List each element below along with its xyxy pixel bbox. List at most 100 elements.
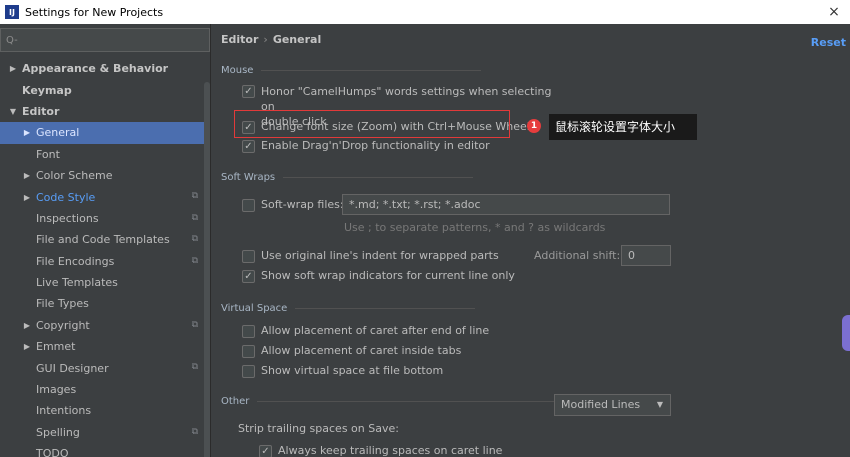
- sidebar-item-intentions[interactable]: Intentions: [0, 400, 210, 421]
- sidebar-scrollbar[interactable]: [204, 82, 210, 457]
- option-caret-inside-tabs[interactable]: Allow placement of caret inside tabs: [242, 344, 461, 358]
- option-drag-drop[interactable]: ✓ Enable Drag'n'Drop functionality in ed…: [242, 139, 490, 153]
- original-indent-label: Use original line's indent for wrapped p…: [261, 249, 499, 262]
- sidebar-item-editor[interactable]: ▼ Editor: [0, 101, 210, 122]
- search-icon: Q-: [6, 34, 18, 46]
- chevron-down-icon: ▼: [656, 400, 663, 409]
- sidebar-item-color-scheme[interactable]: ▶ Color Scheme: [0, 165, 210, 186]
- breadcrumb-separator: ›: [263, 33, 268, 46]
- sidebar-item-emmet[interactable]: ▶ Emmet: [0, 336, 210, 357]
- project-scope-icon: ⧉: [191, 191, 198, 202]
- annotation-callout: 鼠标滚轮设置字体大小: [549, 114, 697, 140]
- breadcrumb-general: General: [272, 33, 322, 46]
- settings-search-input[interactable]: Q-: [0, 28, 210, 52]
- sidebar-item-live-templates[interactable]: Live Templates: [0, 272, 210, 293]
- keep-trailing-checkbox[interactable]: ✓: [259, 445, 272, 457]
- virtual-space-bottom-label: Show virtual space at file bottom: [261, 364, 444, 377]
- expand-right-icon[interactable]: ▶: [20, 128, 34, 137]
- section-other-label: Other: [221, 396, 250, 407]
- option-keep-trailing[interactable]: ✓ Always keep trailing spaces on caret l…: [259, 444, 502, 457]
- caret-inside-tabs-checkbox[interactable]: [242, 345, 255, 358]
- strip-trailing-dropdown[interactable]: Modified Lines ▼: [554, 394, 671, 416]
- sidebar-item-label: Images: [36, 383, 77, 397]
- caret-after-eol-checkbox[interactable]: [242, 325, 255, 338]
- sidebar-item-font[interactable]: Font: [0, 144, 210, 165]
- softwrap-files-input[interactable]: *.md; *.txt; *.rst; *.adoc: [342, 194, 670, 215]
- sidebar-item-inspections[interactable]: Inspections ⧉: [0, 208, 210, 229]
- caret-after-eol-label: Allow placement of caret after end of li…: [261, 324, 490, 337]
- softwrap-hint: Use ; to separate patterns, * and ? as w…: [344, 221, 606, 234]
- sidebar-item-label: Code Style: [36, 190, 96, 204]
- sidebar-item-code-style[interactable]: ▶ Code Style ⧉: [0, 186, 210, 207]
- strip-trailing-label: Strip trailing spaces on Save:: [238, 422, 399, 435]
- sidebar-item-label: Editor: [22, 104, 60, 118]
- project-scope-icon: ⧉: [191, 362, 198, 373]
- sidebar-item-appearance-behavior[interactable]: ▶ Appearance & Behavior: [0, 58, 210, 79]
- sidebar-item-file-encodings[interactable]: File Encodings ⧉: [0, 251, 210, 272]
- project-scope-icon: ⧉: [191, 234, 198, 245]
- breadcrumb: Editor › General: [221, 33, 321, 46]
- sidebar-item-label: File Types: [36, 297, 89, 311]
- breadcrumb-editor: Editor: [221, 33, 259, 46]
- section-mouse-label: Mouse: [221, 65, 254, 76]
- section-softwraps-title: Soft Wraps: [221, 172, 474, 183]
- strip-trailing-value: Modified Lines: [561, 398, 641, 411]
- title-bar: IJ Settings for New Projects ×: [0, 0, 850, 24]
- intellij-app-icon: IJ: [5, 5, 19, 19]
- sidebar-item-label: Appearance & Behavior: [22, 62, 169, 76]
- sidebar-item-label: Intentions: [36, 404, 92, 418]
- section-virtualspace-label: Virtual Space: [221, 303, 288, 314]
- option-original-indent[interactable]: Use original line's indent for wrapped p…: [242, 249, 499, 263]
- softwrap-files-checkbox[interactable]: [242, 199, 255, 212]
- section-divider: [283, 177, 474, 178]
- keep-trailing-label: Always keep trailing spaces on caret lin…: [278, 444, 503, 457]
- sidebar-item-label: Spelling: [36, 425, 80, 439]
- project-scope-icon: ⧉: [191, 212, 198, 223]
- virtual-space-bottom-checkbox[interactable]: [242, 365, 255, 378]
- camelhumps-checkbox[interactable]: ✓: [242, 85, 255, 98]
- sidebar-item-keymap[interactable]: Keymap: [0, 79, 210, 100]
- show-indicators-checkbox[interactable]: ✓: [242, 270, 255, 283]
- settings-sidebar: Q- ▶ Appearance & Behavior Keymap ▼ Editor ▶ G…: [0, 24, 211, 457]
- sidebar-item-label: General: [36, 126, 80, 140]
- additional-shift-label: Additional shift:: [534, 249, 621, 262]
- sidebar-item-images[interactable]: Images: [0, 379, 210, 400]
- original-indent-checkbox[interactable]: [242, 250, 255, 263]
- expand-down-icon[interactable]: ▼: [6, 107, 20, 116]
- sidebar-item-label: Live Templates: [36, 276, 118, 290]
- settings-tree: ▶ Appearance & Behavior Keymap ▼ Editor ▶ Gene…: [0, 58, 210, 457]
- expand-right-icon[interactable]: ▶: [20, 342, 34, 351]
- sidebar-item-spelling[interactable]: Spelling ⧉: [0, 422, 210, 443]
- sidebar-item-file-types[interactable]: File Types: [0, 293, 210, 314]
- drag-drop-checkbox[interactable]: ✓: [242, 140, 255, 153]
- expand-right-icon[interactable]: ▶: [20, 321, 34, 330]
- drag-drop-label: Enable Drag'n'Drop functionality in edit…: [261, 139, 490, 152]
- sidebar-item-label: GUI Designer: [36, 361, 109, 375]
- sidebar-item-file-and-code-templates[interactable]: File and Code Templates ⧉: [0, 229, 210, 250]
- sidebar-item-label: File Encodings: [36, 254, 115, 268]
- sidebar-item-label: Keymap: [22, 83, 72, 97]
- section-softwraps-label: Soft Wraps: [221, 172, 276, 183]
- option-softwrap-files[interactable]: Soft-wrap files:: [242, 198, 344, 212]
- sidebar-item-copyright[interactable]: ▶ Copyright ⧉: [0, 315, 210, 336]
- sidebar-item-label: File and Code Templates: [36, 233, 170, 247]
- close-icon[interactable]: ×: [826, 3, 842, 21]
- sidebar-item-todo[interactable]: TODO: [0, 443, 210, 457]
- softwrap-files-label: Soft-wrap files:: [261, 198, 344, 211]
- option-virtual-space-bottom[interactable]: Show virtual space at file bottom: [242, 364, 443, 378]
- expand-right-icon[interactable]: ▶: [20, 171, 34, 180]
- annotation-highlight-box: [234, 110, 510, 138]
- sidebar-item-label: Font: [36, 147, 60, 161]
- additional-shift-input[interactable]: 0: [621, 245, 671, 266]
- edge-decoration: [842, 315, 850, 351]
- expand-right-icon[interactable]: ▶: [6, 64, 20, 73]
- caret-inside-tabs-label: Allow placement of caret inside tabs: [261, 344, 462, 357]
- sidebar-item-label: Color Scheme: [36, 169, 113, 183]
- option-show-indicators[interactable]: ✓ Show soft wrap indicators for current …: [242, 269, 515, 283]
- reset-link[interactable]: Reset: [811, 36, 846, 49]
- expand-right-icon[interactable]: ▶: [20, 193, 34, 202]
- sidebar-item-gui-designer[interactable]: GUI Designer ⧉: [0, 357, 210, 378]
- option-caret-after-eol[interactable]: Allow placement of caret after end of li…: [242, 324, 489, 338]
- sidebar-item-general[interactable]: ▶ General: [0, 122, 210, 144]
- window-title: Settings for New Projects: [25, 5, 164, 19]
